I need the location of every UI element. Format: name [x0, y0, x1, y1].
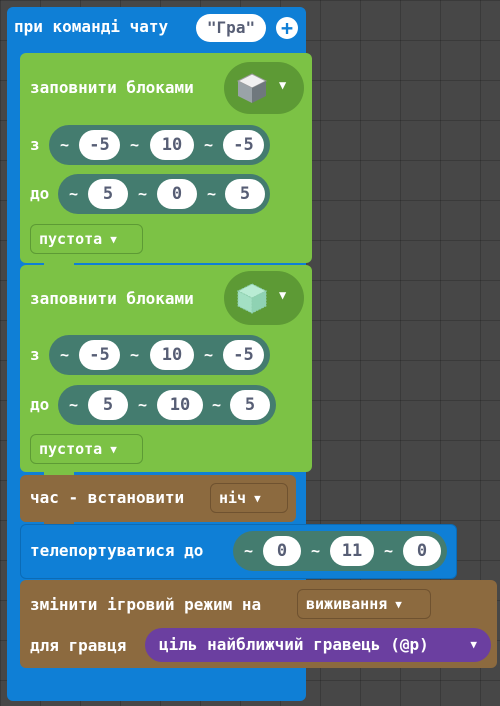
command-name-value: Гра — [216, 18, 246, 37]
time-dropdown[interactable]: ніч ▼ — [210, 483, 288, 513]
player-label: для гравця — [30, 636, 127, 655]
coord-z[interactable]: 5 — [225, 179, 265, 209]
coord-z[interactable]: -5 — [223, 130, 264, 160]
to-position-1[interactable]: ~ 5 ~ 0 ~ 5 — [58, 174, 270, 214]
tilde-z: ~ — [212, 396, 222, 414]
from-label: з — [30, 345, 40, 364]
tilde-y: ~ — [130, 346, 140, 364]
fill-mode-value: пустота — [39, 440, 103, 458]
fill-mode-dropdown-1[interactable]: пустота ▼ — [30, 224, 143, 254]
chevron-down-icon: ▼ — [254, 491, 261, 505]
tilde-x: ~ — [69, 396, 79, 414]
from-label: з — [30, 135, 40, 154]
from-position-1[interactable]: ~ -5 ~ 10 ~ -5 — [49, 125, 270, 165]
chevron-down-icon: ▼ — [279, 78, 287, 92]
add-parameter-icon[interactable]: + — [276, 17, 298, 39]
coord-z[interactable]: 5 — [230, 390, 270, 420]
tilde-y: ~ — [138, 185, 148, 203]
tilde-y: ~ — [130, 136, 140, 154]
tilde-y: ~ — [138, 396, 148, 414]
coord-y[interactable]: 10 — [150, 130, 194, 160]
chevron-down-icon: ▼ — [110, 232, 117, 246]
grass-block-icon — [236, 73, 268, 103]
chevron-down-icon: ▼ — [395, 597, 402, 611]
time-value: ніч — [219, 489, 247, 507]
glass-block-icon — [236, 283, 268, 314]
fill-blocks-label: заповнити блоками — [30, 289, 194, 308]
tilde-z: ~ — [204, 346, 214, 364]
tilde-z: ~ — [204, 136, 214, 154]
to-position-2[interactable]: ~ 5 ~ 10 ~ 5 — [58, 385, 276, 425]
teleport-label: телепортуватися до — [30, 541, 204, 560]
coord-x[interactable]: 0 — [263, 536, 301, 566]
tilde-x: ~ — [244, 542, 254, 560]
tilde-x: ~ — [60, 346, 70, 364]
coord-y[interactable]: 10 — [157, 390, 203, 420]
tilde-z: ~ — [207, 185, 217, 203]
gamemode-dropdown[interactable]: виживання ▼ — [297, 589, 431, 619]
chevron-down-icon: ▼ — [110, 442, 117, 456]
coord-x[interactable]: -5 — [79, 130, 120, 160]
coord-z[interactable]: 0 — [403, 536, 441, 566]
command-name-field[interactable]: "Гра" — [196, 14, 266, 42]
quote-open: " — [206, 18, 217, 37]
fill-mode-value: пустота — [39, 230, 103, 248]
fill-mode-dropdown-2[interactable]: пустота ▼ — [30, 434, 143, 464]
coord-x[interactable]: 5 — [88, 179, 128, 209]
coord-y[interactable]: 10 — [150, 340, 194, 370]
block-picker-2[interactable]: ▼ — [224, 271, 304, 325]
gamemode-value: виживання — [306, 595, 388, 613]
coord-x[interactable]: -5 — [79, 340, 120, 370]
to-label: до — [30, 184, 50, 203]
chevron-down-icon: ▼ — [470, 638, 477, 651]
tilde-x: ~ — [69, 185, 79, 203]
target-selector[interactable]: ціль найближчий гравець (@p) ▼ — [145, 628, 491, 662]
chevron-down-icon: ▼ — [279, 288, 287, 302]
target-value: ціль найближчий гравець (@p) — [159, 635, 429, 654]
coord-y[interactable]: 11 — [330, 536, 374, 566]
from-position-2[interactable]: ~ -5 ~ 10 ~ -5 — [49, 335, 270, 375]
tilde-z: ~ — [384, 542, 394, 560]
quote-close: " — [245, 18, 256, 37]
gamemode-label: змінити ігровий режим на — [30, 595, 262, 614]
to-label: до — [30, 395, 50, 414]
tilde-x: ~ — [60, 136, 70, 154]
coord-z[interactable]: -5 — [223, 340, 264, 370]
coord-y[interactable]: 0 — [157, 179, 197, 209]
block-picker-1[interactable]: ▼ — [224, 62, 304, 114]
teleport-position[interactable]: ~ 0 ~ 11 ~ 0 — [233, 531, 447, 571]
time-set-label: час - встановити — [30, 488, 185, 507]
fill-blocks-label: заповнити блоками — [30, 78, 194, 97]
coord-x[interactable]: 5 — [88, 390, 128, 420]
tilde-y: ~ — [311, 542, 321, 560]
on-chat-command-label: при команді чату — [14, 17, 169, 36]
